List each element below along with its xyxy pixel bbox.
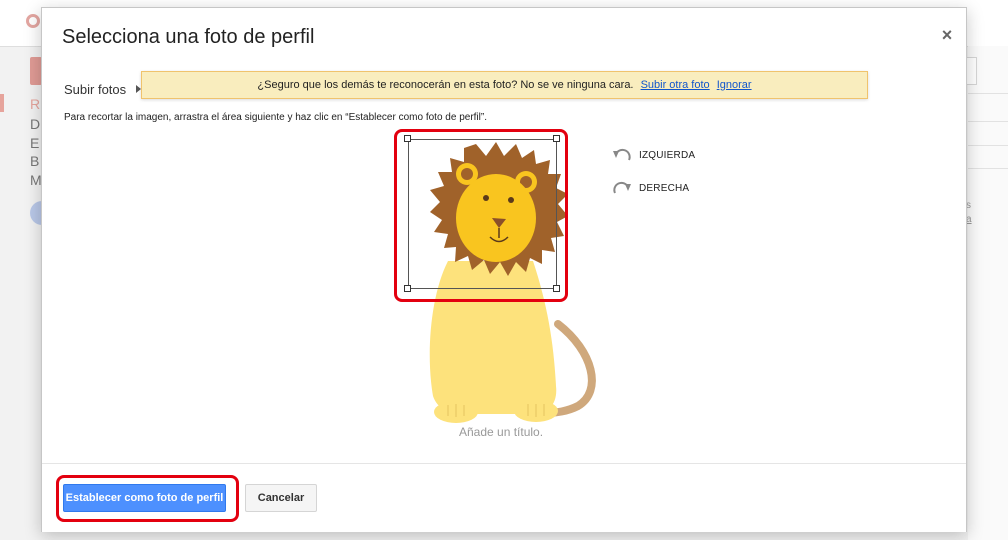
profile-photo-dialog: Selecciona una foto de perfil × Subir fo… [41, 7, 967, 532]
background-nav-letter: D [30, 116, 41, 132]
no-face-warning-banner: ¿Seguro que los demás te reconocerán en … [141, 71, 868, 99]
crop-selection-frame[interactable] [408, 139, 557, 289]
background-nav-letter: B [30, 153, 40, 169]
background-nav-letter: M [30, 172, 42, 188]
ignore-warning-link[interactable]: Ignorar [717, 79, 752, 91]
background-divider [968, 168, 1008, 169]
background-active-indicator [0, 94, 4, 112]
background-logo-icon [26, 14, 40, 28]
background-nav-letter: R [30, 96, 41, 112]
background-nav-letter: E [30, 135, 40, 151]
rotate-right-label: DERECHA [639, 182, 690, 194]
crop-handle-top-left[interactable] [404, 135, 411, 142]
background-divider [968, 93, 1008, 94]
crop-handle-top-right[interactable] [553, 135, 560, 142]
tab-upload-photos[interactable]: Subir fotos [64, 82, 126, 97]
crop-handle-bottom-right[interactable] [553, 285, 560, 292]
upload-other-photo-link[interactable]: Subir otra foto [641, 79, 710, 91]
crop-handle-bottom-left[interactable] [404, 285, 411, 292]
background-right-control [966, 57, 977, 85]
background-divider [968, 145, 1008, 146]
set-profile-photo-button[interactable]: Establecer como foto de perfil [63, 484, 226, 512]
rotate-left-icon [613, 148, 631, 161]
crop-instructions: Para recortar la imagen, arrastra el áre… [64, 112, 487, 123]
caption-input[interactable]: Añade un título. [459, 425, 543, 439]
warning-message: ¿Seguro que los demás te reconocerán en … [257, 79, 634, 91]
rotate-right-icon [613, 181, 631, 194]
cancel-button[interactable]: Cancelar [245, 484, 317, 512]
rotate-right-button[interactable]: DERECHA [612, 180, 689, 196]
dialog-title: Selecciona una foto de perfil [62, 26, 315, 48]
rotate-left-button[interactable]: IZQUIERDA [612, 147, 695, 163]
close-icon[interactable]: × [937, 25, 957, 45]
background-divider [968, 121, 1008, 122]
rotate-left-label: IZQUIERDA [639, 149, 696, 161]
